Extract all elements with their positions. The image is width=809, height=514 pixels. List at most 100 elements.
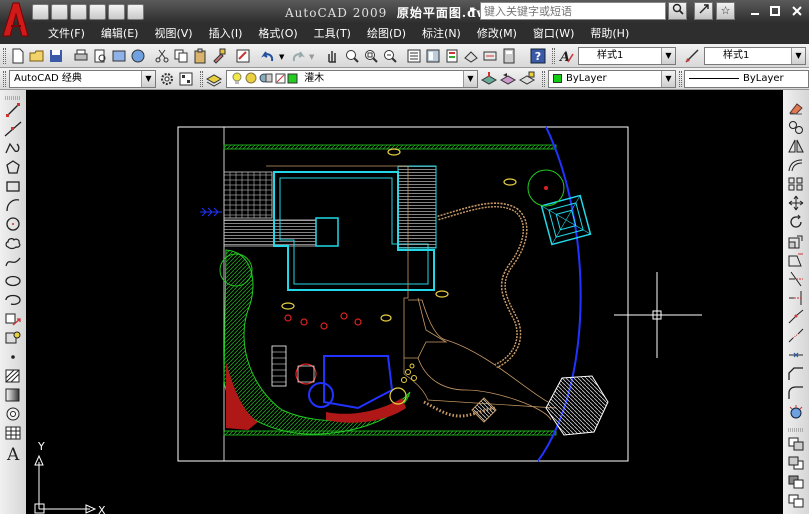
hatch-icon[interactable] xyxy=(4,368,22,384)
workspace-select[interactable]: AutoCAD 经典 ▼ xyxy=(9,70,156,88)
redo-icon[interactable] xyxy=(127,4,144,20)
tool-palettes-icon[interactable] xyxy=(444,48,460,64)
make-object-layer-current-icon[interactable] xyxy=(481,71,497,87)
pan-realtime-icon[interactable] xyxy=(324,48,340,64)
arc-icon[interactable] xyxy=(4,197,22,213)
qnew-icon[interactable] xyxy=(10,48,26,64)
plot-preview-icon[interactable] xyxy=(92,48,108,64)
toolbar-grip[interactable] xyxy=(542,71,545,87)
extend-icon[interactable] xyxy=(787,290,805,306)
point-icon[interactable] xyxy=(4,349,22,365)
paste-icon[interactable] xyxy=(192,48,208,64)
circle-icon[interactable] xyxy=(4,216,22,232)
dimension-style-select[interactable]: 样式1 ▼ xyxy=(704,47,806,65)
color-control-select[interactable]: ByLayer ▼ xyxy=(548,70,676,88)
layer-properties-manager-icon[interactable] xyxy=(206,71,222,87)
close-icon[interactable] xyxy=(790,5,804,19)
layer-previous-icon[interactable] xyxy=(500,71,516,87)
break-at-point-icon[interactable] xyxy=(787,309,805,325)
layer-states-manager-icon[interactable] xyxy=(519,71,535,87)
mirror-icon[interactable] xyxy=(787,138,805,154)
menu-draw[interactable]: 绘图(D) xyxy=(359,24,414,44)
new-icon[interactable] xyxy=(32,4,49,20)
bring-above-icon[interactable] xyxy=(787,493,805,509)
erase-icon[interactable] xyxy=(787,100,805,116)
search-expand-icon[interactable]: ► xyxy=(470,5,477,15)
zoom-window-icon[interactable] xyxy=(363,48,379,64)
menu-insert[interactable]: 插入(I) xyxy=(201,24,251,44)
undo-arrow-icon[interactable] xyxy=(260,48,276,64)
construction-line-icon[interactable] xyxy=(4,121,22,137)
quickcalc-icon[interactable] xyxy=(501,48,517,64)
help-icon[interactable]: ? xyxy=(530,48,546,64)
move-icon[interactable] xyxy=(787,195,805,211)
chamfer-icon[interactable] xyxy=(787,366,805,382)
save-icon[interactable] xyxy=(70,4,87,20)
subscription-center-icon[interactable] xyxy=(694,2,713,20)
markup-set-manager-icon[interactable] xyxy=(482,48,498,64)
toolbar-grip[interactable] xyxy=(788,428,804,432)
toolbar-grip[interactable] xyxy=(552,48,555,64)
redo-dropdown-icon[interactable]: ▼ xyxy=(309,53,314,61)
stretch-icon[interactable] xyxy=(787,252,805,268)
save-file-icon[interactable] xyxy=(48,48,64,64)
workspace-save-icon[interactable] xyxy=(178,71,194,87)
toolbar-grip[interactable] xyxy=(5,96,21,100)
toolbar-grip[interactable] xyxy=(3,71,6,87)
break-icon[interactable] xyxy=(787,328,805,344)
menu-format[interactable]: 格式(O) xyxy=(250,24,305,44)
menu-window[interactable]: 窗口(W) xyxy=(525,24,582,44)
copy-clip-icon[interactable] xyxy=(173,48,189,64)
text-style-icon[interactable]: A xyxy=(558,48,574,64)
table-icon[interactable] xyxy=(4,425,22,441)
search-input[interactable] xyxy=(480,2,666,20)
menu-edit[interactable]: 编辑(E) xyxy=(93,24,147,44)
publish-icon[interactable] xyxy=(111,48,127,64)
block-editor-icon[interactable] xyxy=(235,48,251,64)
3d-dwf-icon[interactable] xyxy=(130,48,146,64)
plot-icon[interactable] xyxy=(73,48,89,64)
scale-icon[interactable] xyxy=(787,233,805,249)
layer-select[interactable]: 灌木 ▼ xyxy=(226,70,478,88)
insert-block-icon[interactable] xyxy=(4,311,22,327)
undo-dropdown-icon[interactable]: ▼ xyxy=(279,53,284,61)
application-menu-icon[interactable] xyxy=(0,0,30,44)
toolbar-grip[interactable] xyxy=(679,71,682,87)
draw-order-icon[interactable] xyxy=(787,436,805,452)
undo-icon[interactable] xyxy=(108,4,125,20)
spline-icon[interactable] xyxy=(4,254,22,270)
menu-dimension[interactable]: 标注(N) xyxy=(414,24,469,44)
polygon-icon[interactable] xyxy=(4,159,22,175)
redo-arrow-icon[interactable] xyxy=(290,48,306,64)
open-file-icon[interactable] xyxy=(29,48,45,64)
region-icon[interactable] xyxy=(4,406,22,422)
array-icon[interactable] xyxy=(787,176,805,192)
polyline-icon[interactable] xyxy=(4,140,22,156)
text-style-select[interactable]: 样式1 ▼ xyxy=(578,47,676,65)
search-icon[interactable] xyxy=(668,2,687,20)
toolbar-grip[interactable] xyxy=(200,71,203,87)
menu-file[interactable]: 文件(F) xyxy=(40,24,93,44)
ellipse-arc-icon[interactable] xyxy=(4,292,22,308)
make-block-icon[interactable] xyxy=(4,330,22,346)
send-to-back-icon[interactable] xyxy=(787,474,805,490)
revision-cloud-icon[interactable] xyxy=(4,235,22,251)
drawing-canvas[interactable]: Y X xyxy=(26,90,783,514)
ellipse-icon[interactable] xyxy=(4,273,22,289)
menu-help[interactable]: 帮助(H) xyxy=(582,24,637,44)
gradient-icon[interactable] xyxy=(4,387,22,403)
zoom-realtime-icon[interactable] xyxy=(344,48,360,64)
bring-to-front-icon[interactable] xyxy=(787,455,805,471)
sheet-set-manager-icon[interactable] xyxy=(463,48,479,64)
workspace-settings-gear-icon[interactable] xyxy=(159,71,175,87)
multiline-text-icon[interactable]: A xyxy=(4,444,22,462)
design-center-icon[interactable] xyxy=(425,48,441,64)
rotate-icon[interactable] xyxy=(787,214,805,230)
print-icon[interactable] xyxy=(89,4,106,20)
minimize-icon[interactable] xyxy=(748,5,762,19)
zoom-previous-icon[interactable] xyxy=(382,48,398,64)
copy-icon[interactable] xyxy=(787,119,805,135)
favorites-star-icon[interactable]: ☆ xyxy=(716,2,735,20)
rectangle-icon[interactable] xyxy=(4,178,22,194)
explode-icon[interactable] xyxy=(787,404,805,420)
